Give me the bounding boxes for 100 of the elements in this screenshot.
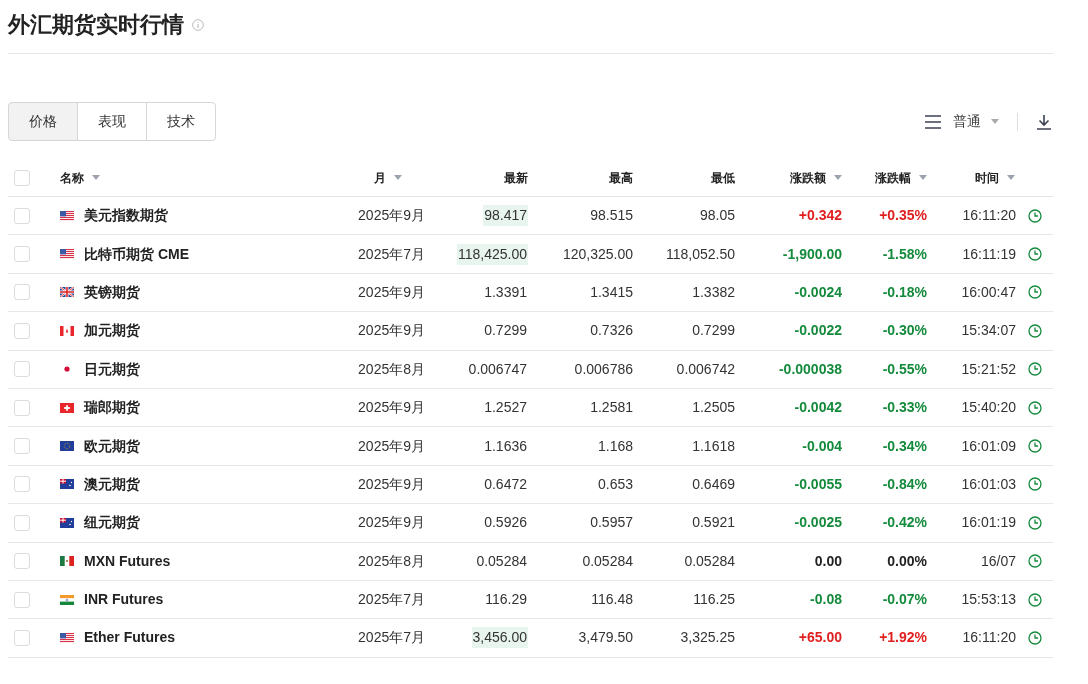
table-cell-text: 0.05284 <box>683 551 735 571</box>
clock-icon <box>1027 554 1042 569</box>
row-checkbox[interactable] <box>14 246 30 263</box>
clock-icon <box>1027 631 1042 645</box>
table-cell-text: 0.006747 <box>467 359 528 379</box>
row-checkbox[interactable] <box>14 284 30 301</box>
clock-icon <box>1027 400 1042 415</box>
column-header[interactable]: 最低 <box>711 168 735 187</box>
table-cell-text: 16:11:20 <box>961 206 1016 226</box>
row-checkbox[interactable] <box>14 361 30 378</box>
table-cell-text: 116.25 <box>692 590 735 610</box>
instrument-name[interactable]: 英镑期货 <box>84 281 325 303</box>
column-header[interactable]: 名称 <box>60 168 100 187</box>
instrument-name[interactable]: 纽元期货 <box>84 512 325 534</box>
row-checkbox[interactable] <box>14 553 30 570</box>
table-cell-text: 15:34:07 <box>960 321 1016 341</box>
table-cell-text: 98.515 <box>589 206 633 226</box>
table-cell: 3,456.00 <box>471 627 528 649</box>
clock-icon <box>1027 247 1042 262</box>
table-cell-text: -0.000038 <box>777 359 842 379</box>
row-checkbox[interactable] <box>14 476 30 493</box>
table-cell-text: 2025年7月 <box>357 628 425 648</box>
row-checkbox[interactable] <box>14 438 30 455</box>
table-cell-text: +65.00 <box>797 628 842 648</box>
table-cell-text: 15:40:20 <box>960 398 1016 418</box>
instrument-name[interactable]: 美元指数期货 <box>84 205 325 227</box>
select-all-checkbox[interactable] <box>14 169 30 186</box>
table-cell-text: 1.3415 <box>589 282 633 302</box>
table-cell-text: 1.3391 <box>483 282 528 302</box>
table-cell-text: 120,325.00 <box>561 244 633 264</box>
tab[interactable]: 表现 <box>77 102 147 141</box>
info-icon[interactable] <box>192 18 204 31</box>
download-icon[interactable] <box>1036 113 1052 130</box>
table-cell-text: 0.6469 <box>691 474 735 494</box>
instrument-name[interactable]: 比特币期货 CME <box>84 243 325 265</box>
column-header[interactable]: 涨跌额 <box>790 168 842 187</box>
table-cell-text: 0.006742 <box>675 359 735 379</box>
table-cell-text: 116.48 <box>590 590 633 610</box>
table-cell-text: 1.3382 <box>691 282 735 302</box>
table-cell-text: 3,325.25 <box>679 628 735 648</box>
row-checkbox[interactable] <box>14 399 30 416</box>
row-checkbox[interactable] <box>14 630 30 646</box>
row-checkbox[interactable] <box>14 322 30 339</box>
clock-icon <box>1027 477 1042 492</box>
table-cell-text: -0.33% <box>881 398 927 418</box>
table-cell-text: -0.55% <box>881 359 927 379</box>
instrument-name[interactable]: 欧元期货 <box>84 435 325 457</box>
table-cell-text: 0.00 <box>813 551 842 571</box>
table-cell-text: 0.05284 <box>581 551 633 571</box>
table-cell-text: 2025年9月 <box>357 321 425 341</box>
table-cell-text: 16:11:20 <box>961 628 1016 648</box>
table-cell-text: 16:11:19 <box>961 244 1016 264</box>
table-cell-text: 0.00% <box>886 551 927 571</box>
table-cell-text: 0.653 <box>596 474 633 494</box>
tab[interactable]: 技术 <box>146 102 216 141</box>
table-cell-text: 1.1618 <box>691 436 735 456</box>
table-cell-text: 116.29 <box>484 590 528 610</box>
view-select[interactable]: 普通 <box>953 111 999 132</box>
instrument-name[interactable]: 加元期货 <box>84 320 325 342</box>
table-cell-text: -0.18% <box>881 282 927 302</box>
row-checkbox[interactable] <box>14 207 30 224</box>
table-cell-text: 15:21:52 <box>960 359 1016 379</box>
tab[interactable]: 价格 <box>8 102 78 141</box>
clock-icon <box>1027 362 1042 377</box>
table-cell-text: 98.05 <box>698 206 735 226</box>
table-cell-text: 2025年9月 <box>357 474 425 494</box>
row-checkbox[interactable] <box>14 591 30 608</box>
column-header[interactable]: 涨跌幅 <box>875 168 927 187</box>
column-header[interactable]: 时间 <box>975 168 1015 187</box>
table-cell-text: 2025年9月 <box>357 513 425 533</box>
table-cell-text: 16:00:47 <box>960 282 1016 302</box>
column-header[interactable]: 最高 <box>609 168 633 187</box>
table-cell-text: 2025年9月 <box>357 282 425 302</box>
table-cell-text: 16/07 <box>979 551 1016 571</box>
column-header[interactable]: 最新 <box>504 168 528 187</box>
table-cell-text: 2025年8月 <box>357 551 425 571</box>
table-cell-text: 2025年9月 <box>357 436 425 456</box>
table-cell-text: 2025年7月 <box>357 244 425 264</box>
table-cell-text: -0.30% <box>881 321 927 341</box>
table-cell-text: 1.2581 <box>589 398 633 418</box>
table-cell-text: 2025年7月 <box>357 590 425 610</box>
table-cell-text: 0.5957 <box>589 513 633 533</box>
table-cell-text: 0.7299 <box>483 321 528 341</box>
table-cell-text: 0.7326 <box>589 321 633 341</box>
table-cell-text: 16:01:19 <box>960 513 1016 533</box>
instrument-name[interactable]: INR Futures <box>84 589 325 611</box>
table-cell-text: -0.0022 <box>793 321 842 341</box>
table-cell-text: 1.2527 <box>483 398 528 418</box>
instrument-name[interactable]: 瑞郎期货 <box>84 397 325 419</box>
instrument-name[interactable]: 日元期货 <box>84 358 325 380</box>
table-cell-text: -0.0042 <box>793 398 842 418</box>
instrument-name[interactable]: 澳元期货 <box>84 473 325 495</box>
table-cell-text: 2025年8月 <box>357 359 425 379</box>
row-checkbox[interactable] <box>14 514 30 531</box>
table-cell-text: 118,052.50 <box>664 244 735 264</box>
column-header[interactable]: 月 <box>374 168 402 187</box>
instrument-name[interactable]: MXN Futures <box>84 550 325 572</box>
table-cell-text: -1,900.00 <box>781 244 842 264</box>
instrument-name[interactable]: Ether Futures <box>84 627 325 649</box>
table-cell-text: 1.168 <box>596 436 633 456</box>
